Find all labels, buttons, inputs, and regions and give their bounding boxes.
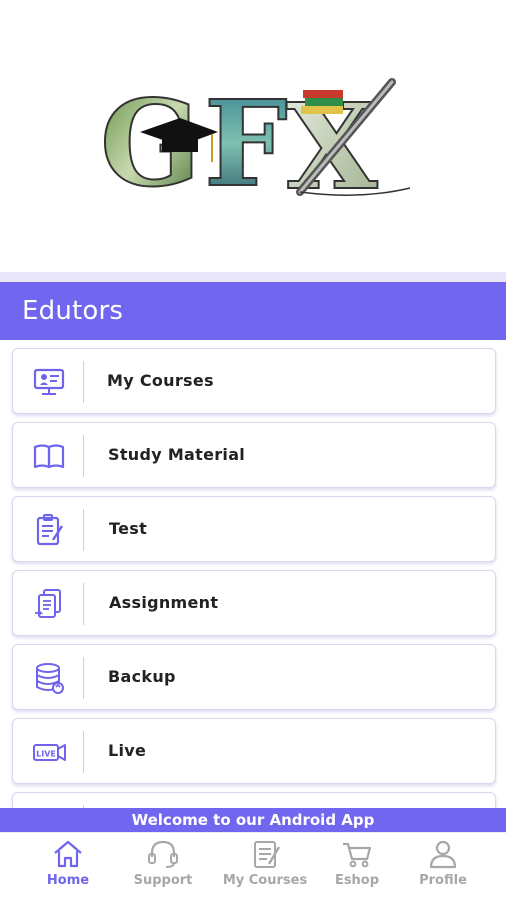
- headset-icon: [148, 840, 178, 868]
- courses-list-icon: [254, 841, 281, 868]
- app-header: Edutors: [0, 282, 506, 340]
- menu-item-study-material[interactable]: Study Material: [12, 422, 496, 488]
- menu-item-live[interactable]: LIVE Live: [12, 718, 496, 784]
- live-camera-icon: LIVE: [33, 744, 66, 761]
- database-backup-icon: [36, 663, 64, 694]
- welcome-banner: Welcome to our Android App: [0, 808, 506, 832]
- nav-label: Profile: [419, 873, 467, 888]
- documents-assignment-icon: [35, 589, 61, 618]
- nav-my-courses[interactable]: My Courses: [217, 839, 313, 899]
- card-separator: [83, 361, 84, 403]
- shopping-cart-icon: [343, 842, 372, 868]
- menu-item-assignment[interactable]: Assignment: [12, 570, 496, 636]
- divider-band: [0, 272, 506, 282]
- gfx-logo: G F X: [100, 73, 411, 210]
- menu-item-my-courses[interactable]: My Courses: [12, 348, 496, 414]
- menu-item-partial[interactable]: [12, 792, 496, 808]
- menu-item-label: Test: [109, 519, 148, 538]
- nav-label: Eshop: [334, 873, 380, 888]
- nav-label: Support: [133, 873, 193, 888]
- card-separator: [83, 435, 84, 477]
- card-separator: [83, 583, 84, 625]
- nav-label: Home: [46, 873, 90, 888]
- menu-item-label: Assignment: [109, 593, 219, 612]
- card-separator: [83, 731, 84, 773]
- svg-text:F: F: [204, 74, 288, 210]
- menu-item-test[interactable]: Test: [12, 496, 496, 562]
- menu-item-label: My Courses: [107, 371, 214, 390]
- nav-home[interactable]: Home: [20, 839, 116, 899]
- presentation-screen-icon: [33, 368, 65, 395]
- menu-item-label: Study Material: [108, 445, 246, 464]
- nav-profile[interactable]: Profile: [395, 839, 491, 899]
- user-profile-icon: [429, 840, 457, 869]
- menu-item-label: Live: [108, 741, 147, 760]
- menu-item-label: Backup: [108, 667, 176, 686]
- menu-list[interactable]: My Courses Study Material Test Assignmen…: [0, 340, 506, 808]
- bottom-navigation: Home Support My Courses Eshop Profile: [0, 832, 506, 901]
- card-separator: [83, 657, 84, 699]
- open-book-icon: [33, 444, 65, 469]
- home-icon: [54, 840, 82, 868]
- svg-text:LIVE: LIVE: [36, 750, 56, 759]
- app-title: Edutors: [22, 296, 124, 326]
- nav-eshop[interactable]: Eshop: [309, 839, 405, 899]
- nav-support[interactable]: Support: [115, 839, 211, 899]
- card-separator: [83, 509, 84, 551]
- menu-item-backup[interactable]: Backup: [12, 644, 496, 710]
- clipboard-checklist-icon: [36, 514, 64, 546]
- logo-area: G F X: [0, 0, 506, 272]
- nav-label: My Courses: [222, 873, 308, 888]
